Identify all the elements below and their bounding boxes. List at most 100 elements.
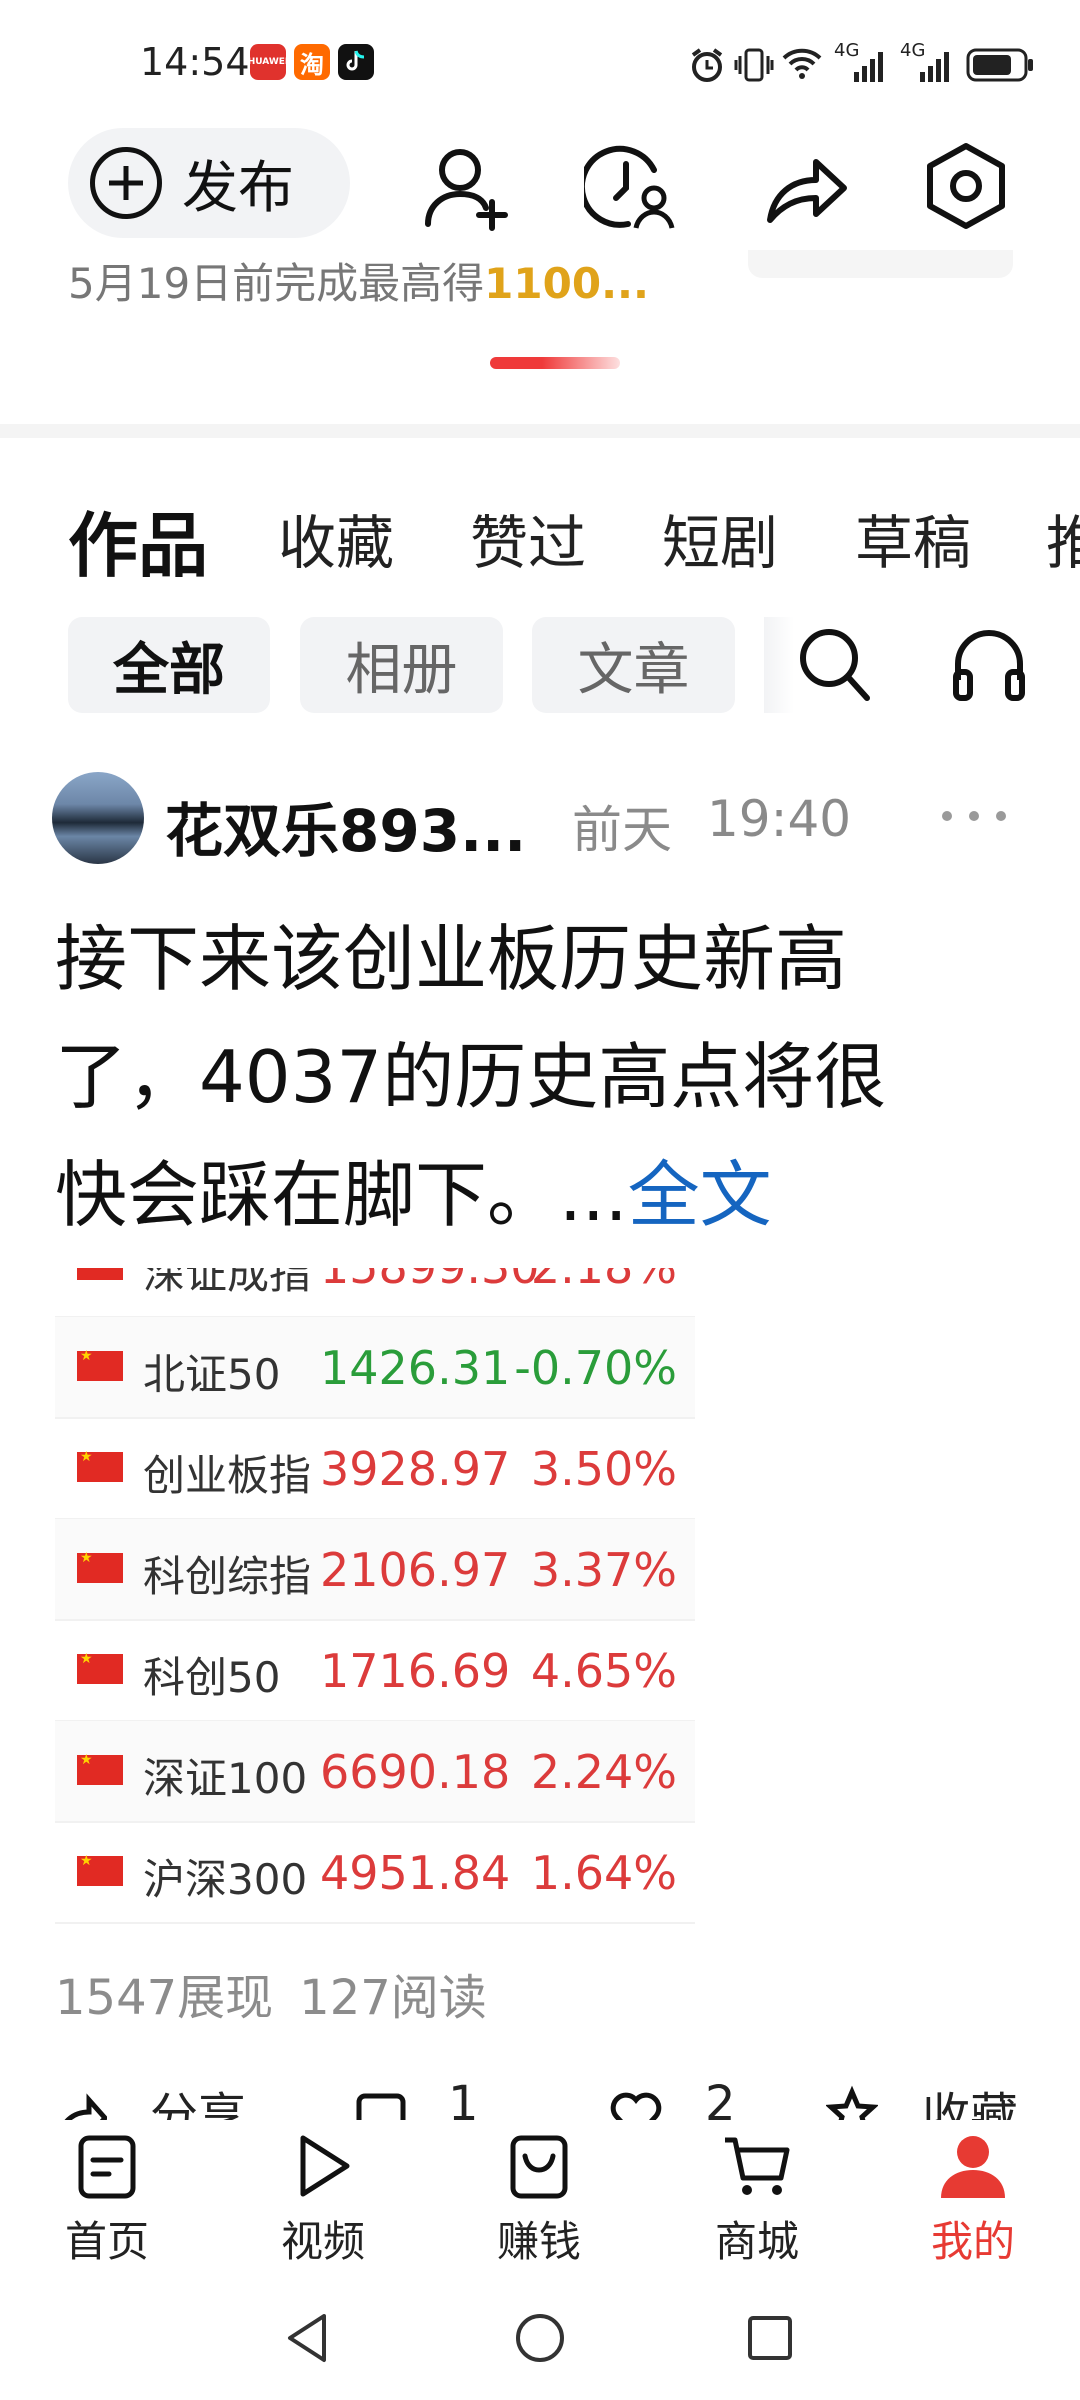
china-flag-icon [77,1449,123,1482]
status-time: 14:54 [140,40,250,84]
index-name: 深证100 [143,1754,308,1803]
add-friend-icon[interactable] [420,140,512,232]
publish-label: 发布 [182,155,294,221]
settings-icon[interactable] [920,140,1012,232]
share-icon[interactable] [55,2084,107,2120]
post-time: 19:40 [707,790,852,848]
post-text[interactable]: 接下来该创业板历史新高 了，4037的历史高点将很 快会踩在脚下。...全文 [55,900,1015,1254]
bottom-nav: 首页 视频 赚钱 商城 我的 [0,2120,1080,2270]
vibrate-icon [734,48,774,82]
index-row: 北证50 1426.31-0.70% [55,1317,695,1419]
index-value: 3928.97 [320,1442,511,1496]
index-row: 创业板指3928.97 3.50% [55,1418,695,1520]
post-text-line: 了，4037的历史高点将很 [55,1035,887,1119]
chip-all[interactable]: 全部 [68,617,270,713]
tab-recommend[interactable]: 推 [1046,496,1080,580]
index-row: 科创50 1716.69 4.65% [55,1620,695,1722]
publish-button[interactable]: 发布 [68,128,350,238]
china-flag-icon [77,1348,123,1381]
search-icon[interactable] [795,622,875,706]
index-value: 15899.30 [320,1268,540,1294]
nav-label: 商城 [714,2217,799,2266]
comment-count[interactable]: 1 [448,2076,479,2120]
chip-scroll-fade [764,617,794,713]
promo-banner-text[interactable]: 5月19日前完成最高得1100... [68,250,649,311]
author-name[interactable]: 花双乐893... [165,784,526,868]
tab-drafts[interactable]: 草稿 [855,496,971,580]
nav-video[interactable]: 视频 [248,2132,398,2272]
nav-label: 首页 [64,2217,149,2266]
tab-liked[interactable]: 赞过 [470,496,586,580]
signal-icon-2 [920,52,949,82]
battery-icon [966,48,1033,82]
earn-icon [510,2135,568,2199]
index-row: 深证成指 15899.302.18% [55,1268,695,1318]
tab-works[interactable]: 作品 [68,490,208,591]
tiktok-app-icon: tiktok [338,44,374,80]
section-divider [0,424,1080,438]
index-name: 深证成指 [143,1268,312,1298]
index-value: 1716.69 [320,1644,511,1698]
like-icon[interactable] [610,2084,662,2120]
china-flag-icon [77,1550,123,1583]
home-circle-icon[interactable] [512,2310,568,2366]
recents-icon[interactable] [744,2312,796,2364]
cart-icon [725,2137,790,2195]
index-change: 1.64% [530,1846,677,1900]
share-icon[interactable] [760,140,852,232]
index-name: 科创50 [143,1653,281,1702]
nav-label: 我的 [930,2217,1015,2266]
index-row: 沪深3004951.84 1.64% [55,1822,695,1924]
nav-home[interactable]: 首页 [32,2132,182,2272]
like-count[interactable]: 2 [705,2076,736,2120]
more-options-button[interactable] [942,786,1006,846]
carousel-indicator [490,357,620,369]
nav-me[interactable]: 我的 [898,2132,1048,2272]
nav-label: 赚钱 [496,2217,581,2266]
views-count: 1547展现 [55,1970,274,2026]
tab-short-drama[interactable]: 短剧 [662,496,778,580]
nav-earn[interactable]: 赚钱 [464,2132,614,2272]
reads-count: 127阅读 [299,1970,487,2026]
comment-icon[interactable] [355,2084,407,2120]
wifi-icon [782,48,822,79]
alarm-icon [691,48,723,82]
author-avatar[interactable] [52,772,144,864]
favorite-button[interactable]: 收藏 [922,2076,1018,2120]
index-change: -0.70% [514,1341,677,1395]
post-text-line-last: 快会踩在脚下。...全文 [55,1153,772,1237]
full-text-link[interactable]: 全文 [628,1153,772,1237]
post-actions: 分享 1 2 收藏 [0,2070,1080,2120]
index-change: 2.18% [531,1268,677,1294]
nav-label: 视频 [280,2217,365,2266]
status-bar: 14:54 HUAWEI 淘 tiktok 4G 4G [0,0,1080,110]
index-value: 6690.18 [320,1745,511,1799]
china-flag-icon [77,1268,123,1280]
china-flag-icon [77,1752,123,1785]
profile-icon [941,2136,1005,2198]
visitor-history-icon[interactable] [584,140,676,232]
system-navigation-bar [0,2270,1080,2400]
share-button[interactable]: 分享 [150,2076,246,2120]
home-icon [78,2135,136,2199]
huawei-app-icon: HUAWEI [248,44,288,80]
tab-favorites[interactable]: 收藏 [278,496,394,580]
star-icon[interactable] [826,2084,878,2120]
back-icon[interactable] [282,2310,332,2366]
promo-card-edge [748,250,1013,278]
nav-mall[interactable]: 商城 [682,2132,832,2272]
index-name: 创业板指 [143,1451,312,1500]
index-change: 3.50% [530,1442,677,1496]
promo-highlight: 1100... [484,259,649,308]
index-change: 3.37% [530,1543,677,1597]
index-name: 沪深300 [143,1855,308,1904]
chip-album[interactable]: 相册 [300,617,503,713]
post-text-line: 接下来该创业板历史新高 [55,917,848,1001]
china-flag-icon [77,1651,123,1684]
headphones-icon[interactable] [950,624,1028,704]
post-image-index-table[interactable]: 深证成指 15899.302.18% 北证50 1426.31-0.70% 创业板指39… [55,1268,695,1928]
index-row: 科创综指2106.97 3.37% [55,1519,695,1621]
index-name: 北证50 [143,1350,281,1399]
chip-articles[interactable]: 文章 [532,617,735,713]
index-row: 深证1006690.18 2.24% [55,1721,695,1823]
